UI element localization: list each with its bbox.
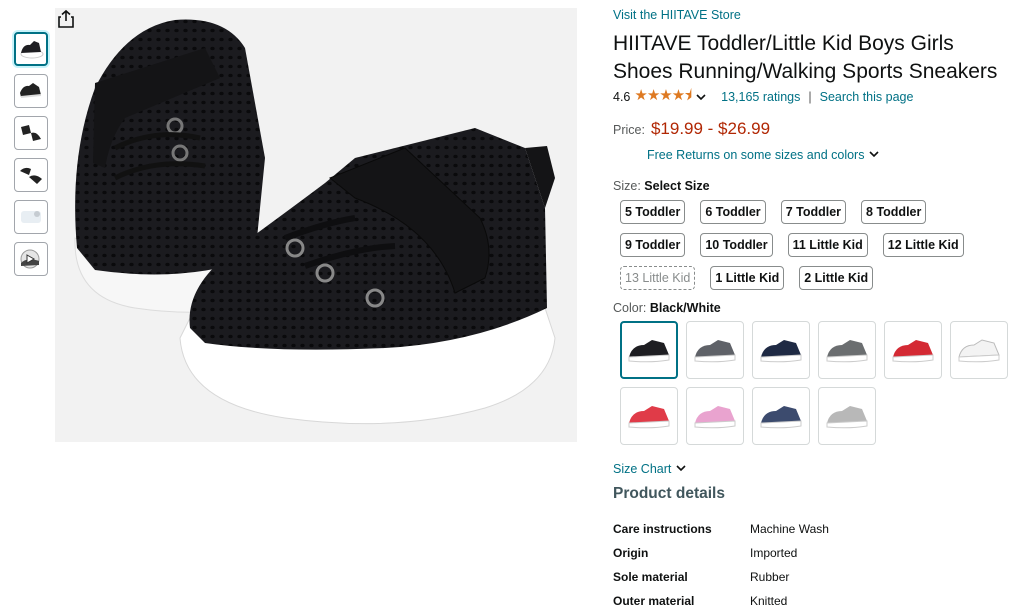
detail-key: Sole material	[613, 570, 688, 584]
sneaker-thumbnail	[760, 340, 802, 363]
thumbnail-4[interactable]	[14, 158, 48, 192]
size-chart-link[interactable]: Size Chart	[613, 462, 1018, 476]
rating-row: 4.6 ★★★★⯨ 13,165 ratings | Search this p…	[613, 87, 1018, 105]
color-swatch-coral[interactable]	[620, 387, 678, 445]
table-row: Origin Imported	[613, 541, 829, 565]
detail-value: Rubber	[750, 570, 790, 584]
color-label: Color:	[613, 301, 647, 315]
rating-value: 4.6	[613, 90, 631, 104]
color-swatch-white[interactable]	[950, 321, 1008, 379]
star-rating-icon[interactable]: ★★★★⯨	[634, 85, 692, 110]
color-swatch-grey[interactable]	[686, 321, 744, 379]
sneaker-thumbnail	[760, 406, 802, 429]
size-option[interactable]: 10 Toddler	[700, 233, 773, 257]
color-swatch-pink[interactable]	[686, 387, 744, 445]
free-returns-link[interactable]: Free Returns on some sizes and colors	[647, 148, 1018, 162]
color-swatch-black-white[interactable]	[620, 321, 678, 379]
detail-key: Origin	[613, 546, 649, 560]
ratings-count-link[interactable]: 13,165 ratings	[721, 90, 800, 104]
chevron-down-icon	[676, 465, 686, 472]
table-row: Outer material Knitted	[613, 589, 829, 613]
size-option[interactable]: 11 Little Kid	[787, 233, 868, 257]
color-swatch-navy[interactable]	[752, 321, 810, 379]
size-label: Size:	[613, 179, 641, 193]
detail-value: Machine Wash	[750, 522, 829, 536]
detail-value: Imported	[750, 546, 798, 560]
color-selected: Black/White	[649, 301, 721, 315]
color-swatches	[620, 321, 1020, 453]
detail-value: Knitted	[750, 594, 788, 608]
color-swatch-dark-grey[interactable]	[818, 321, 876, 379]
product-title: HIITAVE Toddler/Little Kid Boys Girls Sh…	[613, 32, 998, 83]
sneaker-illustration	[74, 19, 556, 425]
sneaker-thumbnail	[628, 406, 670, 429]
table-row: Care instructions Machine Wash	[613, 517, 829, 541]
product-details-heading: Product details	[613, 485, 725, 502]
detail-key: Care instructions	[613, 522, 712, 536]
price-label: Price:	[613, 123, 645, 137]
store-link[interactable]: Visit the HIITAVE Store	[613, 8, 1018, 24]
table-row: Sole material Rubber	[613, 565, 829, 589]
size-option[interactable]: 1 Little Kid	[710, 266, 785, 290]
chevron-down-icon	[869, 151, 879, 158]
color-label-row: Color: Black/White	[613, 301, 1018, 315]
share-icon[interactable]	[55, 8, 77, 30]
detail-key: Outer material	[613, 594, 695, 608]
size-option[interactable]: 7 Toddler	[780, 200, 847, 224]
product-details-column: Visit the HIITAVE Store HIITAVE Toddler/…	[613, 8, 1018, 613]
sneaker-thumbnail	[826, 406, 868, 429]
thumbnail-strip	[14, 32, 52, 284]
price-value: $19.99 - $26.99	[650, 119, 771, 138]
color-swatch-blue-grey[interactable]	[752, 387, 810, 445]
size-option[interactable]: 8 Toddler	[861, 200, 927, 224]
color-swatch-red[interactable]	[884, 321, 942, 379]
search-page-link[interactable]: Search this page	[820, 90, 914, 104]
separator: |	[808, 90, 812, 104]
size-chart-text: Size Chart	[613, 462, 672, 476]
thumbnail-3[interactable]	[14, 116, 48, 150]
size-option[interactable]: 2 Little Kid	[799, 266, 874, 290]
size-option[interactable]: 5 Toddler	[620, 200, 686, 224]
sneaker-thumbnail	[958, 339, 1000, 363]
thumbnail-video[interactable]	[14, 242, 48, 276]
product-details-table: Care instructions Machine Wash Origin Impo…	[613, 517, 829, 613]
size-options: 5 Toddler 6 Toddler 7 Toddler 8 Toddler …	[613, 200, 1013, 299]
free-returns-text: Free Returns on some sizes and colors	[647, 148, 865, 162]
thumbnail-5[interactable]	[14, 200, 48, 234]
size-selected: Select Size	[644, 179, 710, 193]
main-product-image[interactable]	[55, 8, 577, 442]
thumbnail-1[interactable]	[14, 32, 48, 66]
sneaker-thumbnail	[694, 406, 736, 429]
size-option[interactable]: 6 Toddler	[700, 200, 766, 224]
sneaker-thumbnail	[892, 340, 934, 363]
sneaker-thumbnail	[628, 340, 670, 363]
size-label-row: Size: Select Size	[613, 179, 1018, 193]
thumbnail-2[interactable]	[14, 74, 48, 108]
size-option-unavailable[interactable]: 13 Little Kid	[620, 266, 696, 290]
sneaker-thumbnail	[694, 340, 736, 363]
size-option[interactable]: 12 Little Kid	[882, 233, 964, 257]
size-option[interactable]: 9 Toddler	[620, 233, 686, 257]
sneaker-thumbnail	[826, 340, 868, 363]
price-row: Price: $19.99 - $26.99	[613, 119, 1018, 139]
color-swatch-light-grey[interactable]	[818, 387, 876, 445]
chevron-down-icon[interactable]	[695, 92, 707, 102]
